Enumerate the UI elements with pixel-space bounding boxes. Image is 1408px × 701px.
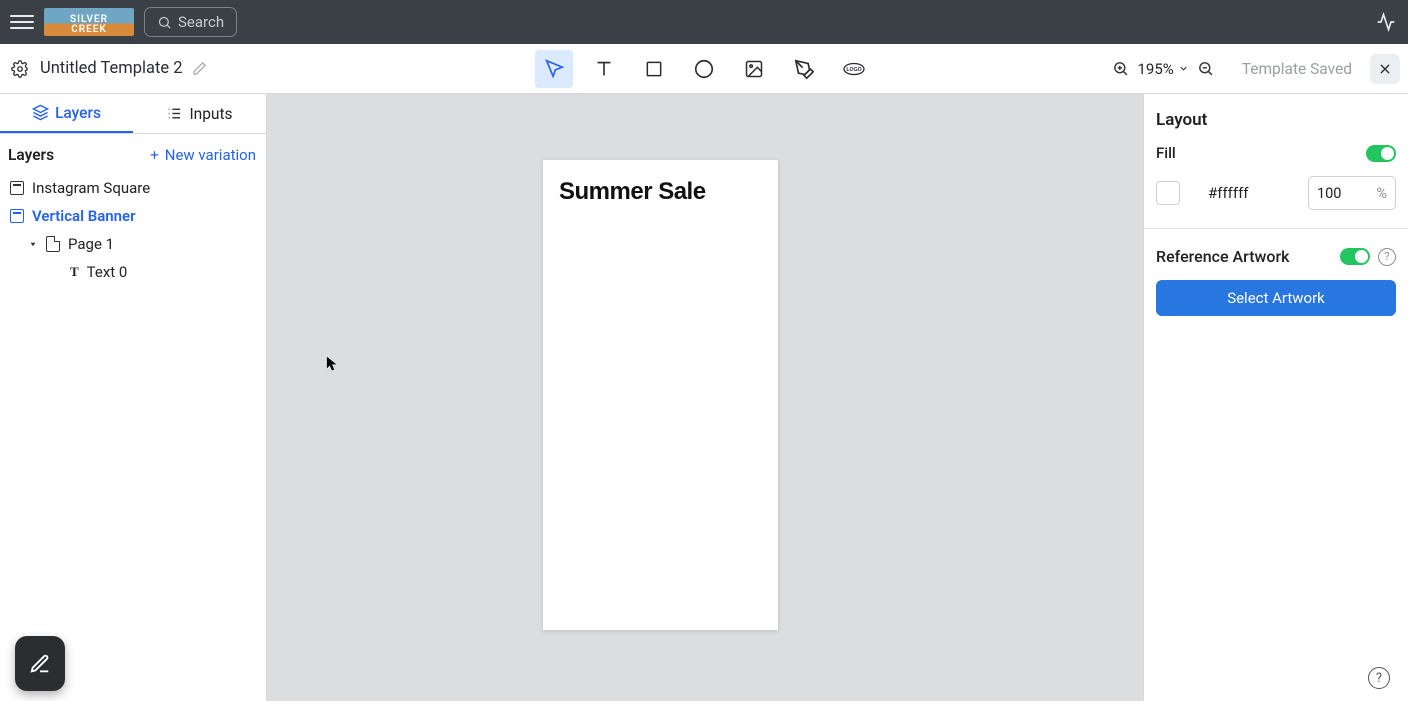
image-icon [744, 59, 764, 79]
brand-line-2: CREEK [71, 25, 107, 35]
right-panel: Layout Fill #ffffff 100 % Reference Artw… [1143, 94, 1408, 701]
layer-tree: Instagram Square Vertical Banner Page 1 … [0, 174, 266, 286]
canvas[interactable]: Summer Sale [267, 94, 1143, 701]
fill-color-row: #ffffff 100 % [1156, 176, 1396, 210]
text-icon [593, 58, 615, 80]
left-panel: Layers Inputs Layers + New variation Ins… [0, 94, 267, 701]
rectangle-tool[interactable] [635, 50, 673, 88]
layer-label: Vertical Banner [32, 207, 136, 225]
top-navbar: SILVER CREEK Search [0, 0, 1408, 44]
reference-artwork-help-icon[interactable]: ? [1378, 248, 1396, 266]
divider [1144, 228, 1408, 229]
fill-hex-value: #ffffff [1208, 184, 1249, 202]
layer-text-0[interactable]: T Text 0 [0, 258, 266, 286]
layer-vertical-banner[interactable]: Vertical Banner [0, 202, 266, 230]
fill-opacity-value: 100 [1317, 185, 1341, 202]
search-button[interactable]: Search [144, 7, 237, 37]
artboard-vertical-banner[interactable]: Summer Sale [543, 160, 778, 630]
logo-tool[interactable]: LOGO [835, 50, 873, 88]
fill-color-swatch[interactable] [1156, 181, 1180, 205]
layout-heading: Layout [1156, 110, 1396, 130]
canvas-tools: LOGO [535, 50, 873, 88]
layer-page-1[interactable]: Page 1 [0, 230, 266, 258]
list-icon [166, 105, 183, 122]
caret-down-icon [28, 239, 38, 249]
layer-label: Text 0 [87, 263, 128, 281]
close-button[interactable] [1370, 54, 1400, 84]
template-saved-label: Template Saved [1242, 60, 1352, 78]
layer-label: Instagram Square [32, 179, 150, 197]
reference-artwork-label: Reference Artwork [1156, 247, 1332, 266]
tab-layers[interactable]: Layers [0, 94, 133, 133]
artboard-icon [10, 181, 24, 195]
template-title: Untitled Template 2 [40, 59, 183, 78]
mouse-cursor-icon [326, 356, 338, 372]
menu-hamburger-icon[interactable] [10, 10, 34, 34]
ellipse-tool[interactable] [685, 50, 723, 88]
fill-label: Fill [1156, 144, 1176, 162]
cursor-icon [543, 58, 565, 80]
chevron-down-icon [1178, 63, 1189, 74]
settings-gear-icon[interactable] [8, 57, 32, 81]
select-artwork-button[interactable]: Select Artwork [1156, 280, 1396, 316]
plus-icon: + [150, 146, 159, 164]
main-area: Layers Inputs Layers + New variation Ins… [0, 94, 1408, 701]
svg-text:LOGO: LOGO [846, 67, 861, 73]
artboard-icon [10, 209, 24, 223]
editor-toolbar: Untitled Template 2 [0, 44, 1408, 94]
compose-icon [29, 653, 51, 675]
tab-inputs-label: Inputs [189, 105, 232, 123]
text-icon: T [70, 264, 79, 280]
tab-layers-label: Layers [55, 104, 101, 122]
pen-icon [793, 58, 815, 80]
brand-logo[interactable]: SILVER CREEK [44, 8, 134, 36]
text-tool[interactable] [585, 50, 623, 88]
reference-artwork-toggle[interactable] [1340, 248, 1370, 265]
page-icon [46, 236, 60, 252]
tab-inputs[interactable]: Inputs [133, 94, 266, 133]
fill-toggle[interactable] [1366, 145, 1396, 162]
reference-artwork-row: Reference Artwork ? [1156, 247, 1396, 266]
zoom-in-icon[interactable] [1112, 60, 1129, 77]
close-icon [1378, 62, 1392, 76]
left-panel-tabs: Layers Inputs [0, 94, 266, 134]
zoom-out-icon[interactable] [1197, 60, 1214, 77]
fill-opacity-input[interactable]: 100 % [1308, 176, 1396, 210]
layers-header: Layers + New variation [0, 134, 266, 174]
logo-icon: LOGO [842, 57, 866, 81]
new-variation-button[interactable]: + New variation [150, 146, 256, 164]
square-icon [644, 59, 664, 79]
search-icon [157, 15, 172, 30]
select-artwork-label: Select Artwork [1227, 289, 1325, 307]
circle-icon [693, 58, 715, 80]
percent-symbol: % [1376, 185, 1387, 202]
compose-button[interactable] [15, 636, 65, 691]
edit-title-icon[interactable] [191, 60, 209, 78]
zoom-value: 195% [1137, 60, 1173, 78]
layer-instagram-square[interactable]: Instagram Square [0, 174, 266, 202]
activity-icon[interactable] [1374, 10, 1398, 34]
image-tool[interactable] [735, 50, 773, 88]
canvas-text-summer-sale[interactable]: Summer Sale [559, 178, 706, 206]
zoom-level-select[interactable]: 195% [1137, 60, 1188, 78]
pen-tool[interactable] [785, 50, 823, 88]
layer-label: Page 1 [68, 235, 114, 253]
new-variation-label: New variation [165, 146, 256, 164]
layers-title: Layers [8, 146, 54, 164]
help-button[interactable]: ? [1368, 667, 1390, 689]
zoom-controls: 195% Template Saved [1112, 54, 1400, 84]
select-tool[interactable] [535, 50, 573, 88]
search-label: Search [178, 13, 224, 31]
fill-section-header: Fill [1156, 144, 1396, 162]
layers-icon [32, 104, 49, 121]
